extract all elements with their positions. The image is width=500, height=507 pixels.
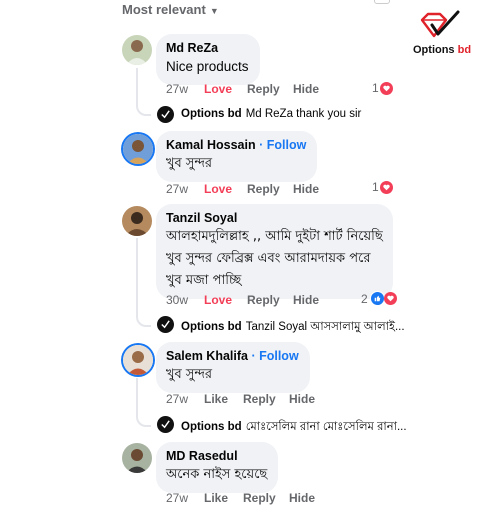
reply-snippet: Md ReZa thank you sir — [245, 108, 362, 120]
like-button[interactable]: Like — [204, 491, 228, 505]
reply-author: Options bd — [181, 108, 242, 120]
love-button[interactable]: Love — [204, 293, 232, 307]
comment-text-line: আলহামদুলিল্লাহ ,, আমি দুইটা শার্ট নিয়েছ… — [166, 229, 383, 244]
comment-actions: 27w Love Reply Hide — [166, 82, 346, 98]
hide-button[interactable]: Hide — [293, 82, 319, 96]
heart-icon — [383, 292, 397, 305]
hide-button[interactable]: Hide — [289, 392, 315, 406]
hide-button[interactable]: Hide — [293, 293, 319, 307]
check-icon — [161, 110, 170, 119]
comment-time[interactable]: 27w — [166, 491, 188, 505]
thread-line — [136, 238, 151, 327]
options-bd-avatar[interactable] — [157, 416, 174, 433]
diamond-check-icon — [420, 10, 460, 38]
heart-icon — [379, 180, 393, 194]
options-bd-avatar[interactable] — [157, 106, 174, 123]
reaction-count: 1 — [372, 180, 379, 194]
comment-text: খুব সুন্দর — [166, 156, 213, 171]
comment-actions: 27w Love Reply Hide — [166, 182, 346, 198]
reply-author: Options bd — [181, 421, 242, 433]
reply-preview[interactable]: Options bd Tanzil Soyal আসসালামু আলাই... — [181, 318, 405, 337]
commenter-name[interactable]: Salem Khalifa — [166, 349, 248, 363]
heart-icon — [379, 81, 393, 95]
reply-snippet: Tanzil Soyal আসসালামু আলাই... — [245, 321, 405, 333]
hide-button[interactable]: Hide — [289, 491, 315, 505]
comment-time[interactable]: 30w — [166, 293, 188, 307]
reply-button[interactable]: Reply — [247, 182, 280, 196]
like-button[interactable]: Like — [204, 392, 228, 406]
brand-logo: Options bd — [410, 10, 490, 60]
comment-time[interactable]: 27w — [166, 182, 188, 196]
check-icon — [161, 420, 170, 429]
reply-preview[interactable]: Options bd মোঃসেলিম রানা মোঃসেলিম রানা... — [181, 418, 407, 437]
reply-preview[interactable]: Options bd Md ReZa thank you sir — [181, 108, 361, 120]
reaction-summary[interactable]: 2 — [361, 291, 397, 306]
commenter-name[interactable]: MD Rasedul — [166, 449, 267, 463]
reply-button[interactable]: Reply — [243, 491, 276, 505]
reply-button[interactable]: Reply — [247, 293, 280, 307]
avatar-tanzil-soyal[interactable] — [122, 206, 152, 236]
comment-actions: 27w Like Reply Hide — [166, 491, 346, 507]
avatar-md-rasedul[interactable] — [122, 443, 152, 473]
comment-time[interactable]: 27w — [166, 392, 188, 406]
comment-text: Nice products — [166, 59, 249, 74]
brand-name: Options bd — [413, 44, 472, 56]
chevron-down-icon: ▼ — [209, 6, 219, 16]
avatar-salem-khalifa[interactable] — [123, 345, 153, 375]
check-icon — [161, 320, 170, 329]
avatar-kamal-hossain[interactable] — [123, 134, 153, 164]
comment-text-line: খুব সুন্দর ফেব্রিক্স এবং আরামদায়ক পরে — [166, 251, 371, 266]
comment-bubble: Md ReZa Nice products — [156, 34, 260, 85]
comment-text-line: খুব মজা পাচ্ছি — [166, 273, 242, 288]
comment-text: খুব সুন্দর — [166, 367, 213, 382]
reply-button[interactable]: Reply — [247, 82, 280, 96]
commenter-name[interactable]: Kamal Hossain — [166, 138, 256, 152]
thread-line — [136, 68, 151, 116]
reaction-count: 2 — [361, 291, 368, 306]
reply-author: Options bd — [181, 321, 242, 333]
sort-label: Most relevant — [122, 2, 206, 17]
comment-bubble: Tanzil Soyal আলহামদুলিল্লাহ ,, আমি দুইটা… — [156, 204, 393, 299]
options-bd-avatar[interactable] — [157, 316, 174, 333]
hide-button[interactable]: Hide — [293, 182, 319, 196]
avatar-md-reza[interactable] — [122, 35, 152, 65]
comment-actions: 27w Like Reply Hide — [166, 392, 346, 408]
reply-button[interactable]: Reply — [243, 392, 276, 406]
follow-button[interactable]: · Follow — [248, 349, 298, 363]
commenter-name[interactable]: Tanzil Soyal — [166, 211, 383, 225]
love-button[interactable]: Love — [204, 182, 232, 196]
comment-time[interactable]: 27w — [166, 82, 188, 96]
reaction-summary[interactable]: 1 — [372, 81, 393, 95]
thread-line — [136, 378, 151, 427]
comment-bubble: Salem Khalifa · Follow খুব সুন্দর — [156, 342, 310, 393]
like-icon — [369, 291, 385, 306]
comment-text: অনেক নাইস হয়েছে — [166, 467, 268, 482]
sort-dropdown[interactable]: Most relevant ▼ — [122, 2, 219, 17]
commenter-name[interactable]: Md ReZa — [166, 41, 249, 55]
reaction-summary[interactable]: 1 — [372, 180, 393, 194]
top-icon — [374, 0, 390, 4]
reaction-count: 1 — [372, 81, 379, 95]
reply-snippet: মোঃসেলিম রানা মোঃসেলিম রানা... — [245, 421, 407, 433]
comment-bubble: Kamal Hossain · Follow খুব সুন্দর — [156, 131, 318, 182]
love-button[interactable]: Love — [204, 82, 232, 96]
comment-bubble: MD Rasedul অনেক নাইস হয়েছে — [156, 442, 279, 493]
follow-button[interactable]: · Follow — [256, 138, 306, 152]
comment-actions: 30w Love Reply Hide — [166, 293, 346, 309]
